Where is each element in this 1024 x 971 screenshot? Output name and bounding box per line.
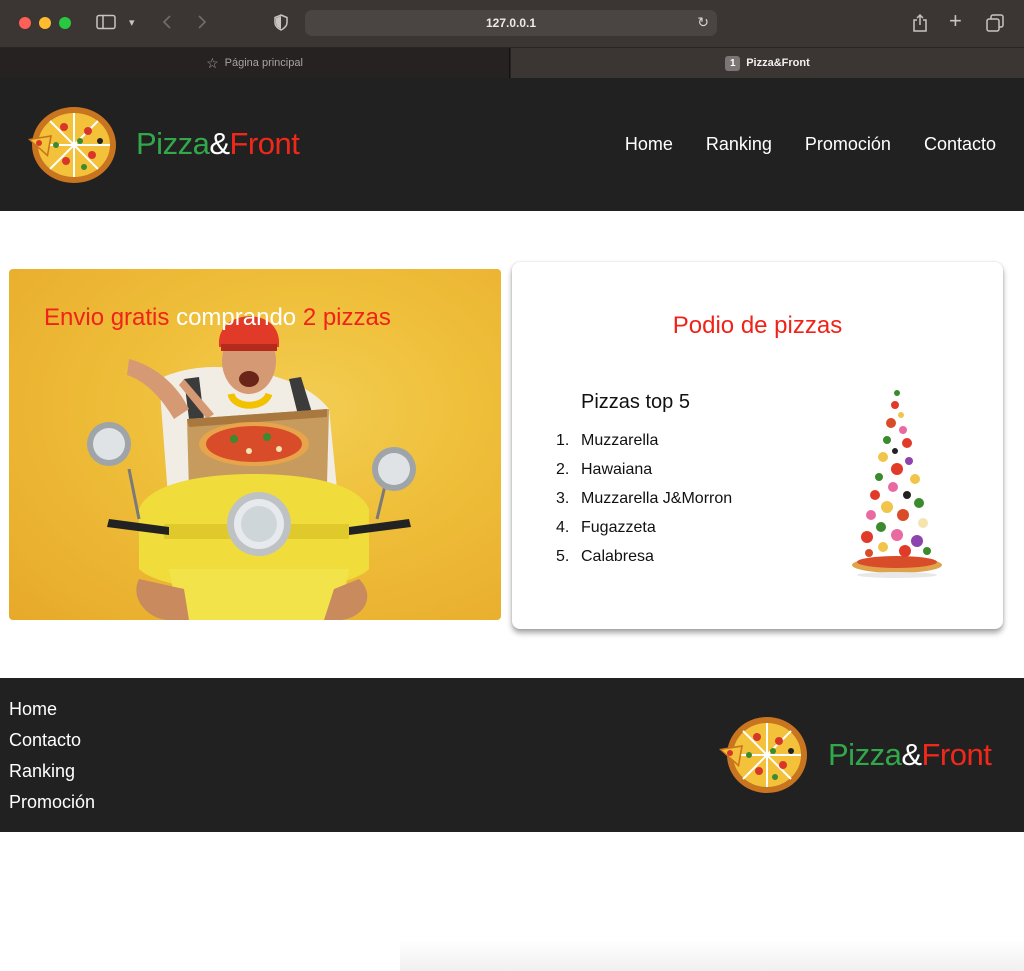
nav-promocion[interactable]: Promoción xyxy=(805,134,891,155)
nav-contacto[interactable]: Contacto xyxy=(924,134,996,155)
promo-banner[interactable]: Envio gratis comprando 2 pizzas xyxy=(9,269,501,620)
podio-title: Podio de pizzas xyxy=(672,312,843,339)
list-item-number: 3. xyxy=(556,490,570,507)
promo-text-pizzas: 2 pizzas xyxy=(302,304,391,331)
reload-icon[interactable]: ↻ xyxy=(697,14,709,31)
promo-text-envio: Envio gratis xyxy=(44,304,170,331)
footer-link-home[interactable]: Home xyxy=(9,699,95,730)
sidebar-icon[interactable] xyxy=(96,14,116,34)
pizza-logo-icon[interactable] xyxy=(26,105,118,185)
footer-brand-text[interactable]: Pizza&Front xyxy=(828,737,992,773)
promo-title: Envio gratis comprando 2 pizzas xyxy=(44,304,391,332)
tab-bar: ☆ Página principal 1 Pizza&Front xyxy=(0,48,1024,78)
list-item-name: Muzzarella J&Morron xyxy=(581,490,733,507)
brand-part-front: Front xyxy=(921,737,992,772)
top5-list: 1. Muzzarella 2. Hawaiana 3. Muzzarella J&M… xyxy=(556,432,732,577)
tab-pizza-front[interactable]: 1 Pizza&Front xyxy=(511,48,1024,78)
tab-pagina-principal[interactable]: ☆ Página principal xyxy=(0,48,510,78)
list-item: 4. Fugazzeta xyxy=(556,519,732,548)
list-item: 1. Muzzarella xyxy=(556,432,732,461)
url-text: 127.0.0.1 xyxy=(485,16,537,30)
top5-title: Pizzas top 5 xyxy=(581,391,690,413)
forward-icon[interactable] xyxy=(196,14,208,34)
list-item-number: 1. xyxy=(556,432,570,449)
pizza-tower-image xyxy=(852,390,942,578)
site-footer: Home Contacto Ranking Promoción Pizza&Fr… xyxy=(0,678,1024,832)
list-item-name: Hawaiana xyxy=(581,461,653,478)
brand-part-pizza: Pizza xyxy=(828,737,902,772)
list-item-number: 5. xyxy=(556,548,570,565)
list-item: 2. Hawaiana xyxy=(556,461,732,490)
close-window-button[interactable] xyxy=(19,17,31,29)
brand-logo-text[interactable]: Pizza&Front xyxy=(136,126,300,162)
nav-ranking[interactable]: Ranking xyxy=(706,134,772,155)
back-icon[interactable] xyxy=(161,14,173,34)
nav-home[interactable]: Home xyxy=(625,134,673,155)
list-item-number: 4. xyxy=(556,519,570,536)
brand-part-ampersand: & xyxy=(901,737,922,772)
footer-nav: Home Contacto Ranking Promoción xyxy=(9,699,95,823)
minimize-window-button[interactable] xyxy=(39,17,51,29)
list-item: 3. Muzzarella J&Morron xyxy=(556,490,732,519)
footer-link-ranking[interactable]: Ranking xyxy=(9,761,95,792)
shield-icon[interactable] xyxy=(273,14,289,35)
list-item-name: Calabresa xyxy=(581,548,654,565)
brand-part-front: Front xyxy=(229,126,300,161)
footer-link-promocion[interactable]: Promoción xyxy=(9,792,95,823)
tab-overview-icon[interactable] xyxy=(986,14,1004,36)
list-item-name: Muzzarella xyxy=(581,432,659,449)
browser-toolbar: ▾ 127.0.0.1 ↻ + xyxy=(0,0,1024,48)
star-icon: ☆ xyxy=(206,54,219,71)
list-item-name: Fugazzeta xyxy=(581,519,656,536)
site-header: Pizza&Front Home Ranking Promoción Conta… xyxy=(0,78,1024,211)
tab-label: Pizza&Front xyxy=(746,57,810,69)
list-item-number: 2. xyxy=(556,461,570,478)
new-tab-icon[interactable]: + xyxy=(949,10,962,32)
list-item: 5. Calabresa xyxy=(556,548,732,577)
brand-part-pizza: Pizza xyxy=(136,126,210,161)
promo-text-comprando: comprando xyxy=(176,304,297,331)
share-icon[interactable] xyxy=(912,13,928,37)
page-bottom-shadow xyxy=(400,940,1024,971)
chevron-down-icon[interactable]: ▾ xyxy=(129,15,135,31)
brand-part-ampersand: & xyxy=(209,126,230,161)
pizza-logo-icon[interactable] xyxy=(717,713,809,798)
main-nav: Home Ranking Promoción Contacto xyxy=(625,134,996,155)
tab-badge: 1 xyxy=(725,55,741,71)
address-bar[interactable]: 127.0.0.1 ↻ xyxy=(305,10,717,36)
browser-chrome: ▾ 127.0.0.1 ↻ + ☆ Página principal 1 Piz… xyxy=(0,0,1024,78)
zoom-window-button[interactable] xyxy=(59,17,71,29)
podio-card: Podio de pizzas Pizzas top 5 1. Muzzarell… xyxy=(512,262,1003,629)
tab-label: Página principal xyxy=(224,57,303,69)
footer-link-contacto[interactable]: Contacto xyxy=(9,730,95,761)
